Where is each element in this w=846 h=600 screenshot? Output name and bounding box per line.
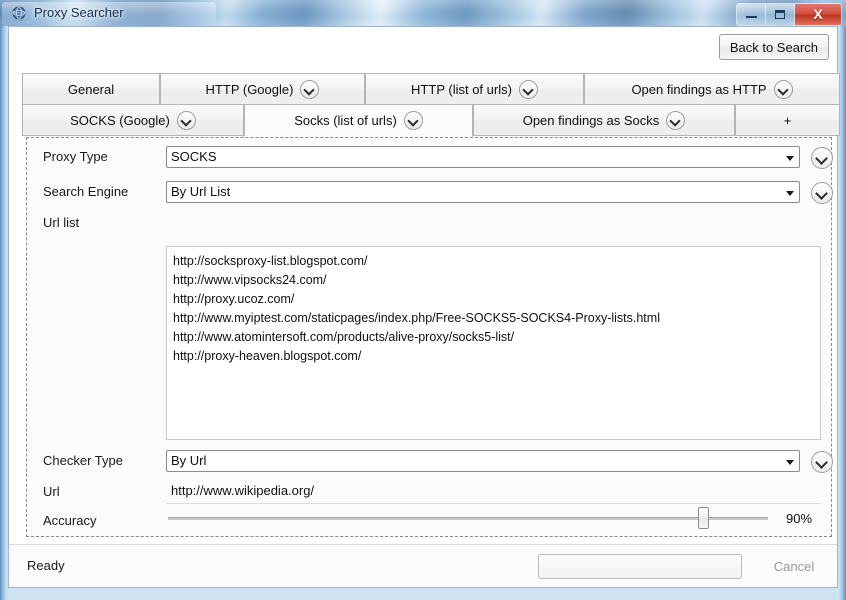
- progress-bar: [538, 554, 742, 579]
- tab-row-1: General HTTP (Google) HTTP (list of urls…: [22, 73, 840, 105]
- tab-label: Open findings as HTTP: [631, 81, 767, 97]
- close-icon: X: [813, 6, 823, 22]
- proxy-type-select[interactable]: SOCKS: [166, 146, 800, 168]
- search-engine-select[interactable]: By Url List: [166, 181, 800, 203]
- settings-panel: Proxy Type SOCKS Search Engine By Url Li…: [26, 137, 833, 537]
- slider-track: [168, 517, 768, 520]
- proxy-type-expand-button[interactable]: [811, 147, 833, 169]
- checker-type-expand-button[interactable]: [811, 451, 833, 473]
- window-title: Proxy Searcher: [34, 5, 124, 20]
- status-bar: Ready Cancel: [9, 544, 837, 587]
- chevron-down-icon: [786, 460, 794, 465]
- client-area: Back to Search General HTTP (Google) HTT…: [8, 26, 840, 588]
- accuracy-value: 90%: [786, 511, 813, 526]
- chevron-down-icon[interactable]: [403, 111, 423, 130]
- tab-general[interactable]: General: [22, 73, 160, 105]
- cancel-button[interactable]: Cancel: [750, 554, 838, 579]
- maximize-icon-bar: [775, 10, 785, 13]
- slider-thumb[interactable]: [698, 507, 710, 529]
- proxy-type-value: SOCKS: [171, 149, 217, 164]
- minimize-icon: [746, 16, 757, 18]
- application-window: Proxy Searcher X Back to Search General: [0, 0, 846, 600]
- checker-type-value: By Url: [171, 453, 207, 468]
- url-list-item: http://www.myiptest.com/staticpages/inde…: [173, 311, 660, 325]
- back-to-search-button[interactable]: Back to Search: [718, 34, 829, 60]
- search-engine-value: By Url List: [171, 184, 231, 199]
- proxy-type-label: Proxy Type: [43, 149, 108, 164]
- accuracy-slider[interactable]: 90%: [166, 505, 821, 531]
- tab-open-findings-as-http[interactable]: Open findings as HTTP: [584, 73, 840, 105]
- status-text: Ready: [27, 558, 65, 573]
- tab-label: Open findings as Socks: [522, 112, 660, 128]
- url-list-textarea[interactable]: http://socksproxy-list.blogspot.com/ htt…: [166, 246, 821, 440]
- tab-socks-google[interactable]: SOCKS (Google): [22, 104, 244, 136]
- tab-label: +: [783, 112, 792, 128]
- url-list-item: http://socksproxy-list.blogspot.com/: [173, 254, 368, 268]
- tab-add-new[interactable]: +: [735, 104, 840, 136]
- maximize-button[interactable]: [766, 4, 795, 25]
- chevron-down-icon[interactable]: [176, 110, 196, 130]
- tab-label: General: [67, 81, 115, 97]
- tab-label: HTTP (Google): [205, 81, 294, 97]
- url-list-item: http://www.vipsocks24.com/: [173, 273, 327, 287]
- tab-open-findings-as-socks[interactable]: Open findings as Socks: [473, 104, 735, 136]
- chevron-down-icon[interactable]: [518, 79, 538, 99]
- chevron-down-icon[interactable]: [300, 79, 320, 99]
- checker-type-select[interactable]: By Url: [166, 450, 800, 472]
- window-frame: Back to Search General HTTP (Google) HTT…: [0, 26, 846, 600]
- globe-icon: [12, 6, 26, 21]
- tab-socks-list-of-urls[interactable]: Socks (list of urls): [244, 104, 473, 137]
- chevron-down-icon[interactable]: [666, 110, 686, 130]
- url-list-label: Url list: [43, 215, 80, 230]
- chevron-down-icon: [786, 156, 794, 161]
- minimize-button[interactable]: [737, 4, 766, 25]
- tab-label: HTTP (list of urls): [411, 81, 512, 97]
- search-engine-label: Search Engine: [43, 184, 129, 199]
- url-label: Url: [43, 484, 60, 499]
- title-bar: Proxy Searcher X: [0, 0, 846, 28]
- tab-label: Socks (list of urls): [294, 113, 397, 128]
- checker-type-label: Checker Type: [43, 453, 123, 468]
- url-list-item: http://proxy.ucoz.com/: [173, 292, 295, 306]
- url-list-item: http://www.atomintersoft.com/products/al…: [173, 330, 515, 344]
- tab-http-list-of-urls[interactable]: HTTP (list of urls): [365, 73, 584, 105]
- url-field[interactable]: http://www.wikipedia.org/: [166, 480, 821, 504]
- url-list-item: http://proxy-heaven.blogspot.com/: [173, 349, 362, 363]
- tab-label: SOCKS (Google): [70, 112, 170, 128]
- search-engine-expand-button[interactable]: [811, 182, 833, 204]
- chevron-down-icon: [786, 191, 794, 196]
- tab-http-google[interactable]: HTTP (Google): [160, 73, 365, 105]
- window-controls: X: [736, 3, 842, 26]
- chevron-down-icon[interactable]: [773, 79, 793, 99]
- accuracy-label: Accuracy: [43, 513, 97, 528]
- tab-row-2: SOCKS (Google) Socks (list of urls) Open…: [22, 104, 840, 137]
- tab-strip: General HTTP (Google) HTTP (list of urls…: [22, 73, 840, 137]
- url-value: http://www.wikipedia.org/: [171, 483, 315, 498]
- close-button[interactable]: X: [795, 4, 841, 25]
